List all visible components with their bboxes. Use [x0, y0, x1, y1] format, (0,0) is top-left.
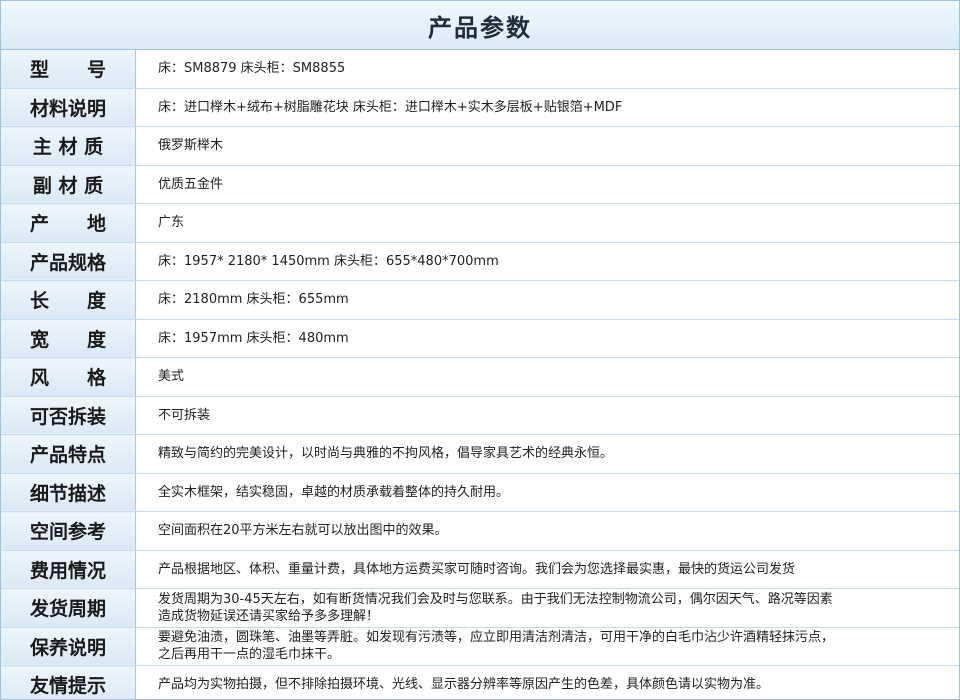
- param-value: 产品根据地区、体积、重量计费，具体地方运费买家可随时咨询。我们会为您选择最实惠，…: [135, 550, 959, 589]
- panel-title: 产品参数: [428, 13, 532, 42]
- param-value: 床：1957mm 床头柜：480mm: [135, 319, 959, 358]
- param-row: 费用情况 产品根据地区、体积、重量计费，具体地方运费买家可随时咨询。我们会为您选择…: [1, 550, 959, 589]
- param-label: 长 度: [1, 280, 136, 320]
- param-row: 产 地广东: [1, 203, 959, 243]
- param-row: 保养说明 要避免油渍，圆珠笔、油墨等弄脏。如发现有污渍等，应立即用清洁剂清洁，可用…: [1, 627, 959, 666]
- param-value: 床：2180mm 床头柜：655mm: [135, 280, 959, 320]
- param-row: 宽 度床：1957mm 床头柜：480mm: [1, 319, 959, 358]
- param-label: 主 材 质: [1, 126, 136, 166]
- param-label: 发货周期: [1, 588, 136, 628]
- param-value: 空间面积在20平方米左右就可以放出图中的效果。: [135, 511, 959, 551]
- param-label: 保养说明: [1, 627, 136, 666]
- param-label: 材料说明: [1, 88, 136, 127]
- product-params-panel: 产品参数 型 号床：SM8879 床头柜：SM8855 材料说明 床：进口榉木+绒布…: [0, 0, 960, 700]
- param-row: 材料说明 床：进口榉木+绒布+树脂雕花块 床头柜：进口榉木+实木多层板+贴银箔+M…: [1, 88, 959, 127]
- param-row: 友情提示 产品均为实物拍摄，但不排除拍摄环境、光线、显示器分辨率等原因产生的色差，…: [1, 665, 959, 699]
- param-label: 友情提示: [1, 665, 136, 699]
- param-value: 床：SM8879 床头柜：SM8855: [135, 50, 959, 89]
- param-label: 产品规格: [1, 242, 136, 281]
- param-label: 宽 度: [1, 319, 136, 358]
- param-row: 风 格美式: [1, 357, 959, 397]
- param-label: 产品特点: [1, 434, 136, 474]
- param-value: 精致与简约的完美设计，以时尚与典雅的不拘风格，倡导家具艺术的经典永恒。: [135, 434, 959, 474]
- param-label: 风 格: [1, 357, 136, 397]
- params-table: 型 号床：SM8879 床头柜：SM8855 材料说明 床：进口榉木+绒布+树脂雕花…: [1, 50, 959, 699]
- param-value: 发货周期为30-45天左右，如有断货情况我们会及时与您联系。由于我们无法控制物流…: [135, 588, 959, 628]
- param-row: 副 材 质优质五金件: [1, 165, 959, 204]
- param-row: 空间参考 空间面积在20平方米左右就可以放出图中的效果。: [1, 511, 959, 551]
- param-label: 副 材 质: [1, 165, 136, 204]
- param-row: 可否拆装 不可拆装: [1, 396, 959, 435]
- param-label: 空间参考: [1, 511, 136, 551]
- param-label: 费用情况: [1, 550, 136, 589]
- param-row: 产品规格 床：1957* 2180* 1450mm 床头柜：655*480*700…: [1, 242, 959, 281]
- param-value: 广东: [135, 203, 959, 243]
- panel-header: 产品参数: [1, 1, 959, 50]
- param-row: 型 号床：SM8879 床头柜：SM8855: [1, 50, 959, 89]
- param-value: 全实木框架，结实稳固，卓越的材质承载着整体的持久耐用。: [135, 473, 959, 512]
- param-label: 型 号: [1, 50, 136, 89]
- param-row: 产品特点 精致与简约的完美设计，以时尚与典雅的不拘风格，倡导家具艺术的经典永恒。: [1, 434, 959, 474]
- param-value: 不可拆装: [135, 396, 959, 435]
- param-row: 细节描述 全实木框架，结实稳固，卓越的材质承载着整体的持久耐用。: [1, 473, 959, 512]
- param-label: 可否拆装: [1, 396, 136, 435]
- param-value: 要避免油渍，圆珠笔、油墨等弄脏。如发现有污渍等，应立即用清洁剂清洁，可用干净的白…: [135, 627, 959, 666]
- param-value: 床：进口榉木+绒布+树脂雕花块 床头柜：进口榉木+实木多层板+贴银箔+MDF: [135, 88, 959, 127]
- param-value: 床：1957* 2180* 1450mm 床头柜：655*480*700mm: [135, 242, 959, 281]
- param-label: 产 地: [1, 203, 136, 243]
- param-value: 美式: [135, 357, 959, 397]
- param-value: 俄罗斯榉木: [135, 126, 959, 166]
- param-row: 发货周期 发货周期为30-45天左右，如有断货情况我们会及时与您联系。由于我们无法…: [1, 588, 959, 628]
- param-value: 产品均为实物拍摄，但不排除拍摄环境、光线、显示器分辨率等原因产生的色差，具体颜色…: [135, 665, 959, 699]
- param-label: 细节描述: [1, 473, 136, 512]
- param-row: 主 材 质俄罗斯榉木: [1, 126, 959, 166]
- param-row: 长 度床：2180mm 床头柜：655mm: [1, 280, 959, 320]
- param-value: 优质五金件: [135, 165, 959, 204]
